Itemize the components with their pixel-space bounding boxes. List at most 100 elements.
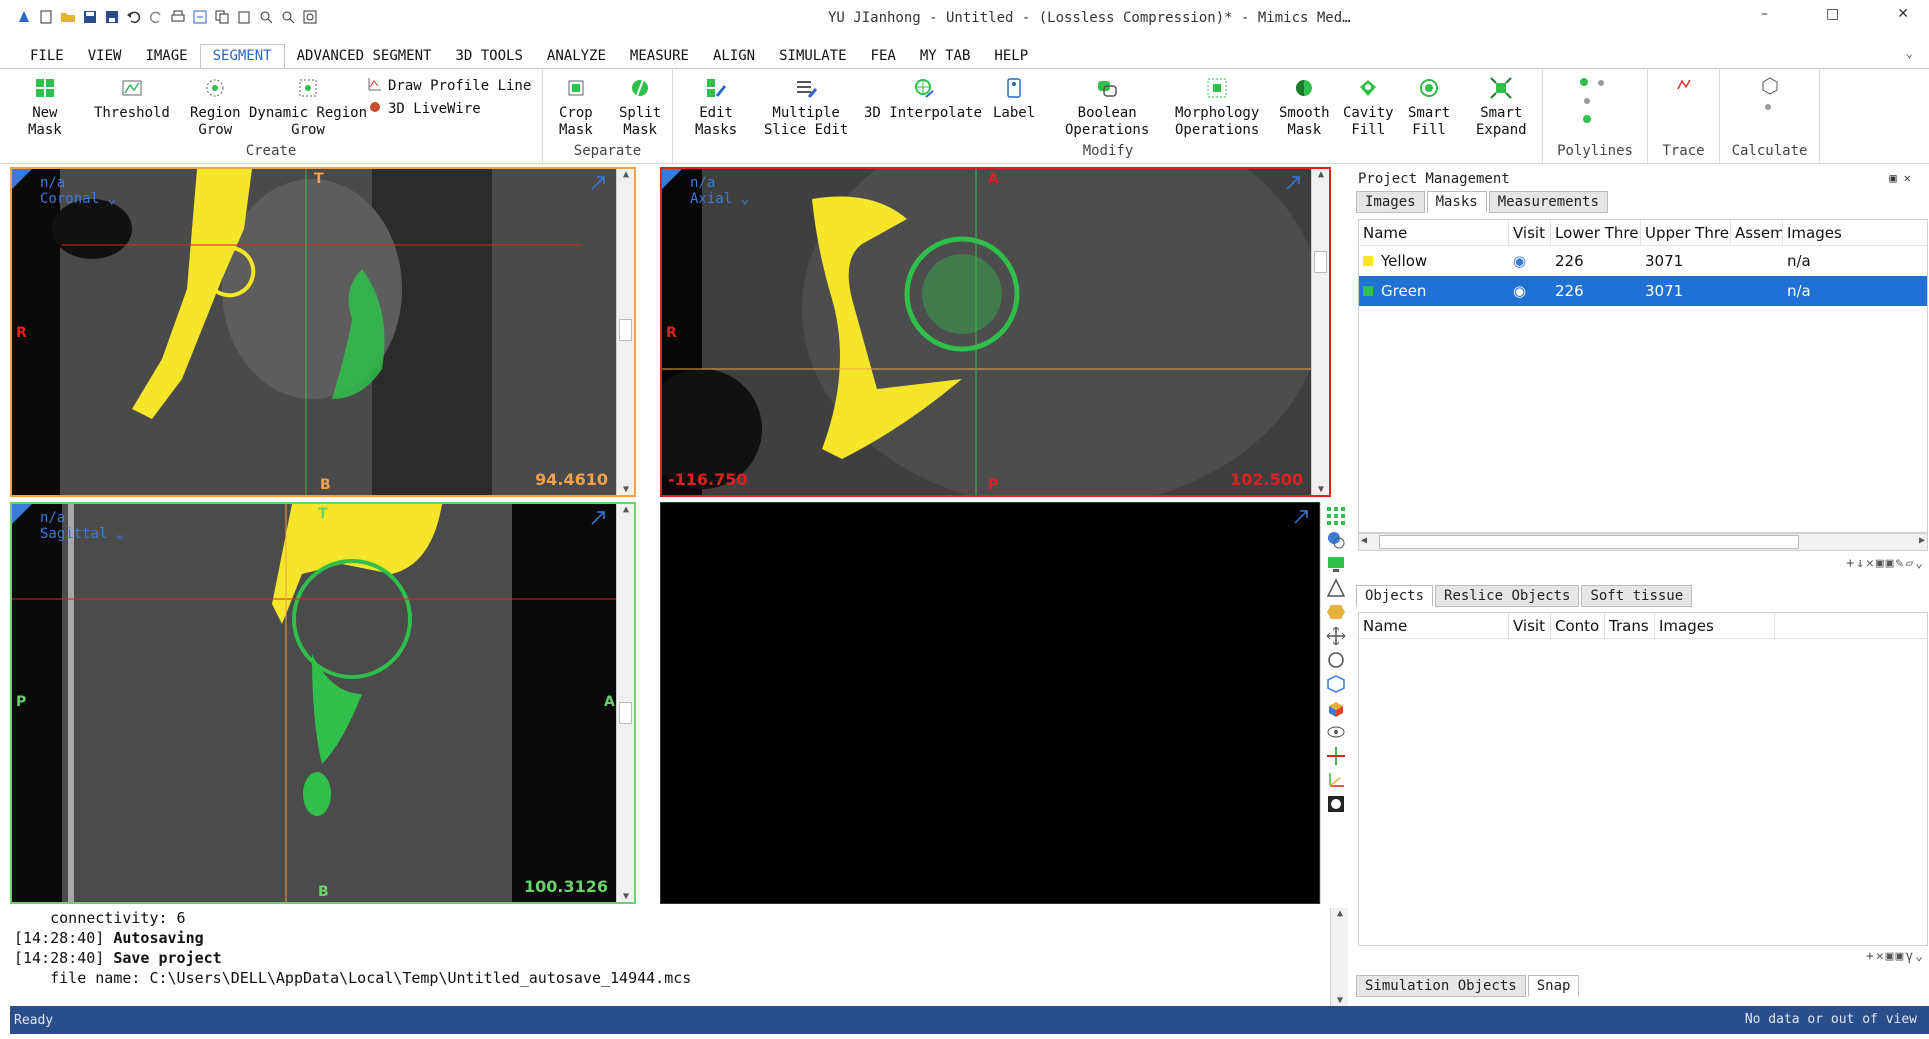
boolean-operations-button[interactable]: Boolean Operations — [1065, 77, 1149, 139]
table-row[interactable]: Yellow ◉ 226 3071 n/a — [1359, 246, 1927, 276]
new-file-icon[interactable] — [38, 9, 54, 25]
save-as-icon[interactable] — [104, 9, 120, 25]
zoom-fit-icon[interactable] — [302, 9, 318, 25]
paste-icon[interactable] — [236, 9, 252, 25]
column-header[interactable]: Visit — [1509, 220, 1551, 245]
tab-simulation-objects[interactable]: Simulation Objects — [1356, 975, 1526, 997]
open-folder-icon[interactable] — [60, 9, 76, 25]
copy-icon[interactable] — [214, 9, 230, 25]
monitor-icon[interactable] — [1326, 554, 1346, 574]
rotate-icon[interactable] — [1326, 650, 1346, 670]
visibility-eye-icon[interactable]: ◉ — [1509, 252, 1551, 270]
axes-icon[interactable] — [1326, 770, 1346, 790]
menu-measure[interactable]: MEASURE — [618, 48, 701, 68]
color-cube-icon[interactable] — [1326, 698, 1346, 718]
column-header[interactable]: Images — [1655, 613, 1775, 638]
panel-controls[interactable]: ▣ ✕ — [1889, 171, 1911, 185]
ribbon-collapse-icon[interactable]: ⌄ — [1906, 46, 1913, 60]
cavity-fill-button[interactable]: Cavity Fill — [1343, 77, 1394, 139]
label-button[interactable]: Label — [993, 77, 1035, 122]
maximize-viewport-icon[interactable] — [1285, 175, 1301, 191]
3d-interpolate-button[interactable]: 3D Interpolate — [864, 77, 982, 122]
column-header[interactable]: Images — [1783, 220, 1927, 245]
cube-icon[interactable] — [1326, 674, 1346, 694]
dynamic-region-grow-button[interactable]: Dynamic Region Grow — [249, 77, 367, 139]
axial-viewport[interactable]: n/a Axial ⌄ A P R L -116.750 102.500 ▲ ▼ — [660, 167, 1331, 497]
undo-icon[interactable] — [126, 9, 142, 25]
column-header[interactable]: Name — [1359, 220, 1509, 245]
draw-profile-line-button[interactable]: Draw Profile Line — [368, 77, 531, 95]
sagittal-viewport[interactable]: n/a Sagittal ⌄ T B P A 100.3126 ▲ ▼ — [10, 502, 636, 904]
maximize-button[interactable]: □ — [1826, 6, 1839, 22]
multiple-slice-edit-button[interactable]: Multiple Slice Edit — [764, 77, 848, 139]
column-header[interactable]: Visit — [1509, 613, 1551, 638]
zoom-in-icon[interactable] — [258, 9, 274, 25]
axial-view-select[interactable]: Axial ⌄ — [690, 191, 749, 207]
crop-mask-button[interactable]: Crop Mask — [559, 77, 593, 139]
menu-help[interactable]: HELP — [982, 48, 1040, 68]
triangle-icon[interactable] — [1326, 578, 1346, 598]
coronal-viewport[interactable]: n/a Coronal ⌄ T B R L 94.4610 ▲ ▼ — [10, 167, 636, 497]
menu-simulate[interactable]: SIMULATE — [767, 48, 858, 68]
tab-snap[interactable]: Snap — [1527, 975, 1580, 997]
redo-icon[interactable] — [148, 9, 164, 25]
tab-images[interactable]: Images — [1356, 191, 1425, 213]
tab-soft-tissue[interactable]: Soft tissue — [1581, 585, 1693, 607]
masks-toolbar[interactable]: +↓✕▣▣✎▱⌄ — [1846, 556, 1925, 571]
tab-reslice-objects[interactable]: Reslice Objects — [1435, 585, 1580, 607]
menu-image[interactable]: IMAGE — [133, 48, 199, 68]
spheres-icon[interactable] — [1326, 530, 1346, 550]
morphology-operations-button[interactable]: Morphology Operations — [1175, 77, 1259, 139]
smooth-mask-button[interactable]: Smooth Mask — [1279, 77, 1330, 139]
maximize-viewport-icon[interactable] — [590, 175, 606, 191]
menu-fea[interactable]: FEA — [859, 48, 908, 68]
table-row[interactable]: Green ◉ 226 3071 n/a — [1359, 276, 1927, 306]
column-header[interactable]: Trans — [1605, 613, 1655, 638]
column-header[interactable]: Name — [1359, 613, 1509, 638]
visibility-eye-icon[interactable]: ◉ — [1509, 282, 1551, 300]
masks-horizontal-scrollbar[interactable]: ◀ ▶ — [1358, 533, 1928, 551]
menu-advanced-segment[interactable]: ADVANCED SEGMENT — [285, 48, 444, 68]
3d-viewport[interactable] — [660, 502, 1320, 904]
tab-objects[interactable]: Objects — [1356, 585, 1434, 607]
coronal-view-select[interactable]: Coronal ⌄ — [40, 191, 116, 207]
contrast-icon[interactable] — [1326, 794, 1346, 814]
menu-segment[interactable]: SEGMENT — [199, 44, 285, 68]
menu-file[interactable]: FILE — [18, 48, 76, 68]
maximize-viewport-icon[interactable] — [590, 510, 606, 526]
pan-icon[interactable] — [1326, 626, 1346, 646]
3d-livewire-button[interactable]: 3D LiveWire — [368, 100, 481, 118]
maximize-viewport-icon[interactable] — [1293, 509, 1309, 525]
new-mask-button[interactable]: New Mask — [28, 77, 62, 139]
polylines-icons[interactable] — [1579, 77, 1613, 137]
zoom-out-icon[interactable] — [280, 9, 296, 25]
sagittal-scrollbar[interactable]: ▲ ▼ — [616, 504, 634, 902]
calculate-icons[interactable] — [1760, 77, 1780, 121]
column-header[interactable]: Upper Thre — [1641, 220, 1731, 245]
hexagon-icon[interactable] — [1326, 602, 1346, 622]
export-icon[interactable] — [192, 9, 208, 25]
menu-align[interactable]: ALIGN — [701, 48, 767, 68]
column-header[interactable]: Assem — [1731, 220, 1783, 245]
smart-expand-button[interactable]: Smart Expand — [1476, 77, 1527, 139]
menu-analyze[interactable]: ANALYZE — [535, 48, 618, 68]
minimize-button[interactable]: – — [1761, 6, 1768, 22]
split-mask-button[interactable]: Split Mask — [619, 77, 661, 139]
threshold-button[interactable]: Threshold — [94, 77, 170, 122]
grid-icon[interactable] — [1326, 506, 1346, 526]
save-icon[interactable] — [82, 9, 98, 25]
coronal-scrollbar[interactable]: ▲ ▼ — [616, 169, 634, 495]
column-header[interactable]: Conto — [1551, 613, 1605, 638]
menu-my-tab[interactable]: MY TAB — [908, 48, 983, 68]
trace-icon[interactable] — [1676, 77, 1692, 97]
axial-scrollbar[interactable]: ▲ ▼ — [1311, 169, 1329, 495]
smart-fill-button[interactable]: Smart Fill — [1408, 77, 1450, 139]
sagittal-view-select[interactable]: Sagittal ⌄ — [40, 526, 124, 542]
column-header[interactable]: Lower Thre — [1551, 220, 1641, 245]
eye-icon[interactable] — [1326, 722, 1346, 742]
menu-3d-tools[interactable]: 3D TOOLS — [443, 48, 534, 68]
close-button[interactable]: ✕ — [1897, 6, 1909, 22]
tab-masks[interactable]: Masks — [1426, 191, 1487, 213]
axes-cross-icon[interactable] — [1326, 746, 1346, 766]
menu-view[interactable]: VIEW — [76, 48, 134, 68]
